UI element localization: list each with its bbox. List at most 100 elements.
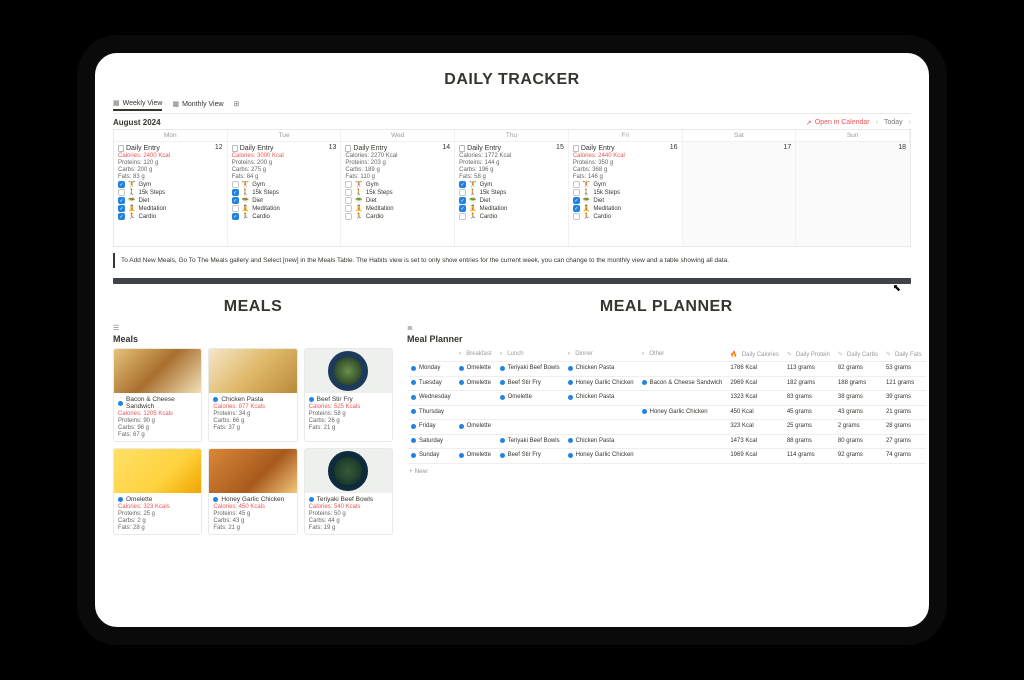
planner-col-header[interactable]: ◐Other	[638, 348, 727, 362]
bf-cell[interactable]: Omelette	[455, 420, 496, 435]
ot-cell[interactable]: Honey Garlic Chicken	[638, 405, 727, 420]
habit-checkbox[interactable]: ✓	[118, 197, 125, 204]
planner-row[interactable]: Monday Omelette Teriyaki Beef Bowls Chic…	[407, 362, 926, 377]
day-cell[interactable]: 12 Daily Entry Calories: 2400 Kcal Prote…	[114, 141, 228, 246]
day-cell-empty[interactable]: 17	[683, 141, 797, 246]
planner-col-header[interactable]	[407, 348, 455, 362]
meal-chip[interactable]: Omelette	[459, 452, 491, 458]
planner-col-header[interactable]: ◐Dinner	[564, 348, 638, 362]
new-row-button[interactable]: + New	[407, 464, 926, 479]
ot-cell[interactable]	[638, 420, 727, 435]
planner-col-header[interactable]: 🔥Daily Calories	[726, 348, 783, 362]
meal-chip[interactable]: Omelette	[459, 423, 491, 429]
planner-row[interactable]: Tuesday Omelette Beef Stir Fry Honey Gar…	[407, 376, 926, 391]
lu-cell[interactable]: Teriyaki Beef Bowls	[496, 362, 564, 377]
habit-checkbox[interactable]	[573, 189, 580, 196]
habit-checkbox[interactable]	[232, 205, 239, 212]
meal-chip[interactable]: Beef Stir Fry	[500, 452, 541, 458]
meal-card[interactable]: Chicken Pasta Calories: 877 Kcals Protei…	[208, 348, 297, 442]
meal-card[interactable]: Beef Stir Fry Calories: 525 Kcals Protei…	[304, 348, 393, 442]
meal-card[interactable]: Teriyaki Beef Bowls Calories: 540 Kcals …	[304, 448, 393, 535]
habit-checkbox[interactable]	[459, 213, 466, 220]
habit-checkbox[interactable]	[573, 213, 580, 220]
meal-chip[interactable]: Omelette	[459, 380, 491, 386]
habit-checkbox[interactable]	[345, 197, 352, 204]
ot-cell[interactable]	[638, 449, 727, 464]
meal-chip[interactable]: Omelette	[500, 394, 532, 400]
habit-checkbox[interactable]: ✓	[118, 213, 125, 220]
meal-chip[interactable]: Honey Garlic Chicken	[568, 452, 634, 458]
bf-cell[interactable]: Omelette	[455, 376, 496, 391]
planner-col-header[interactable]: ✎Daily Fats	[882, 348, 926, 362]
open-in-calendar[interactable]: ↗ Open in Calendar	[806, 119, 870, 127]
ot-cell[interactable]: Bacon & Cheese Sandwich	[638, 376, 727, 391]
planner-row[interactable]: Sunday Omelette Beef Stir Fry Honey Garl…	[407, 449, 926, 464]
habit-checkbox[interactable]	[345, 181, 352, 188]
habit-checkbox[interactable]: ✓	[118, 205, 125, 212]
ot-cell[interactable]	[638, 391, 727, 406]
meal-chip[interactable]: Chicken Pasta	[568, 394, 615, 400]
entry-title[interactable]: Daily Entry	[573, 145, 678, 152]
planner-col-header[interactable]: ✎Daily Protein	[783, 348, 834, 362]
habit-checkbox[interactable]: ✓	[118, 181, 125, 188]
habit-checkbox[interactable]: ✓	[573, 197, 580, 204]
ot-cell[interactable]	[638, 362, 727, 377]
habit-checkbox[interactable]	[232, 181, 239, 188]
habit-checkbox[interactable]	[573, 181, 580, 188]
day-cell[interactable]: 13 Daily Entry Calories: 3000 Kcal Prote…	[228, 141, 342, 246]
habit-checkbox[interactable]: ✓	[232, 213, 239, 220]
planner-col-header[interactable]: ◐Lunch	[496, 348, 564, 362]
meal-card[interactable]: Bacon & Cheese Sandwich Calories: 1205 K…	[113, 348, 202, 442]
bf-cell[interactable]	[455, 434, 496, 449]
day-cell[interactable]: 16 Daily Entry Calories: 2440 Kcal Prote…	[569, 141, 683, 246]
tab-weekly[interactable]: ▦ Weekly View	[113, 97, 162, 111]
habit-checkbox[interactable]	[459, 189, 466, 196]
bf-cell[interactable]: Omelette	[455, 362, 496, 377]
meal-chip[interactable]: Honey Garlic Chicken	[568, 380, 634, 386]
meal-card[interactable]: Omelette Calories: 323 Kcals Proteins: 2…	[113, 448, 202, 535]
ot-cell[interactable]	[638, 434, 727, 449]
today-button[interactable]: Today	[884, 119, 903, 126]
table-view-icon[interactable]: ≣	[407, 324, 926, 332]
meal-chip[interactable]: Beef Stir Fry	[500, 380, 541, 386]
habit-checkbox[interactable]: ✓	[232, 197, 239, 204]
entry-title[interactable]: Daily Entry	[459, 145, 564, 152]
prev-arrow-icon[interactable]: ‹	[876, 119, 878, 126]
habit-checkbox[interactable]	[345, 205, 352, 212]
habit-checkbox[interactable]	[345, 189, 352, 196]
entry-title[interactable]: Daily Entry	[232, 145, 337, 152]
add-view-icon[interactable]: ⊞	[234, 100, 240, 108]
di-cell[interactable]: Chicken Pasta	[564, 391, 638, 406]
meal-chip[interactable]: Chicken Pasta	[568, 438, 615, 444]
lu-cell[interactable]	[496, 405, 564, 420]
meal-chip[interactable]: Honey Garlic Chicken	[642, 409, 708, 415]
di-cell[interactable]: Chicken Pasta	[564, 434, 638, 449]
day-cell-empty[interactable]: 18	[796, 141, 910, 246]
next-arrow-icon[interactable]: ›	[909, 119, 911, 126]
habit-checkbox[interactable]: ✓	[459, 197, 466, 204]
habit-checkbox[interactable]	[345, 213, 352, 220]
lu-cell[interactable]: Beef Stir Fry	[496, 449, 564, 464]
meal-card[interactable]: Honey Garlic Chicken Calories: 450 Kcals…	[208, 448, 297, 535]
di-cell[interactable]: Chicken Pasta	[564, 362, 638, 377]
planner-row[interactable]: Thursday Honey Garlic Chicken 450 Kcal 4…	[407, 405, 926, 420]
lu-cell[interactable]: Teriyaki Beef Bowls	[496, 434, 564, 449]
habit-checkbox[interactable]: ✓	[459, 205, 466, 212]
di-cell[interactable]: Honey Garlic Chicken	[564, 449, 638, 464]
di-cell[interactable]	[564, 420, 638, 435]
bf-cell[interactable]: Omelette	[455, 449, 496, 464]
lu-cell[interactable]	[496, 420, 564, 435]
bf-cell[interactable]	[455, 391, 496, 406]
bf-cell[interactable]	[455, 405, 496, 420]
planner-row[interactable]: Wednesday Omelette Chicken Pasta 1323 Kc…	[407, 391, 926, 406]
habit-checkbox[interactable]: ✓	[459, 181, 466, 188]
entry-title[interactable]: Daily Entry	[118, 145, 223, 152]
planner-row[interactable]: Friday Omelette 323 Kcal 25 grams 2 gram…	[407, 420, 926, 435]
meal-chip[interactable]: Bacon & Cheese Sandwich	[642, 380, 723, 386]
habit-checkbox[interactable]	[118, 189, 125, 196]
entry-title[interactable]: Daily Entry	[345, 145, 450, 152]
lu-cell[interactable]: Omelette	[496, 391, 564, 406]
lu-cell[interactable]: Beef Stir Fry	[496, 376, 564, 391]
habit-checkbox[interactable]: ✓	[573, 205, 580, 212]
di-cell[interactable]: Honey Garlic Chicken	[564, 376, 638, 391]
